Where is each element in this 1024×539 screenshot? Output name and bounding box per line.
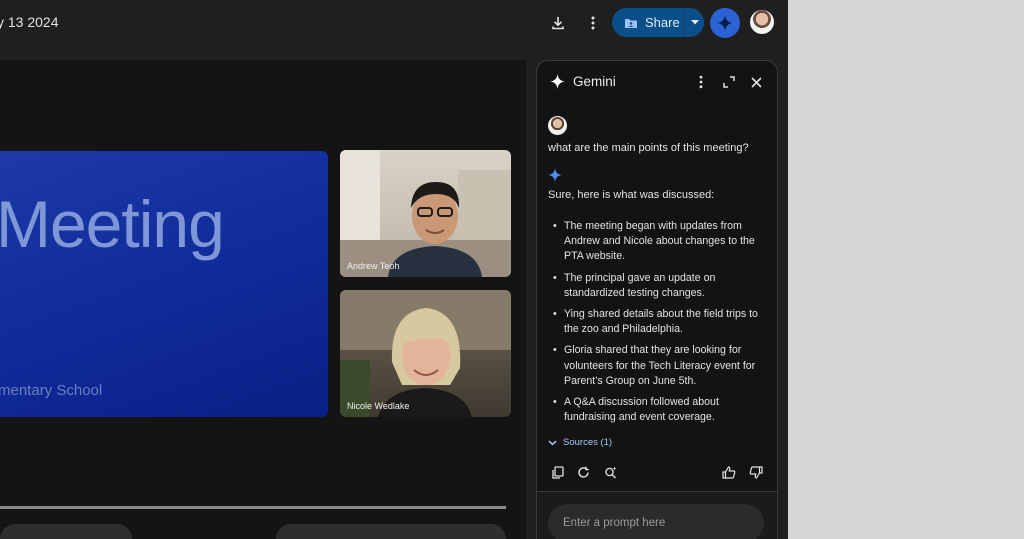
summary-points: The meeting began with updates from Andr…	[551, 219, 769, 431]
response-actions	[548, 463, 766, 483]
search-sparkle-icon	[604, 466, 616, 478]
sources-toggle[interactable]: Sources (1)	[548, 437, 612, 448]
share-label: Share	[645, 15, 680, 30]
participant-name: Nicole Wedlake	[347, 401, 410, 411]
participant-video	[340, 150, 511, 277]
file-date: y 13 2024	[0, 14, 59, 30]
thumbs-down-icon	[749, 465, 763, 479]
prompt-placeholder: Enter a prompt here	[563, 517, 666, 529]
summary-point: The meeting began with updates from Andr…	[551, 219, 769, 265]
participant-tile: Nicole Wedlake	[340, 290, 511, 417]
slide-subtitle: mentary School	[0, 382, 103, 399]
user-avatar	[548, 116, 567, 135]
thumbs-up-icon	[722, 465, 736, 479]
share-options-button[interactable]	[685, 8, 704, 37]
answer-intro: Sure, here is what was discussed:	[548, 189, 715, 201]
close-icon	[750, 76, 762, 88]
gemini-panel: Gemini what are the main points of this …	[536, 60, 778, 539]
more-options-button[interactable]	[579, 9, 607, 37]
prompt-area: Enter a prompt here	[537, 491, 777, 539]
participant-video	[340, 290, 511, 417]
slide-title: Meeting	[0, 187, 225, 261]
top-bar: y 13 2024 Share	[0, 0, 788, 46]
summary-point: A Q&A discussion followed about fundrais…	[551, 395, 769, 425]
double-check-button[interactable]	[601, 463, 619, 481]
background-area	[788, 0, 1024, 539]
more-vert-icon	[591, 16, 595, 30]
download-icon	[552, 17, 564, 30]
gemini-sparkle-icon	[717, 15, 733, 31]
refresh-icon	[577, 466, 589, 478]
summary-point: Ying shared details about the field trip…	[551, 307, 769, 337]
caret-down-icon	[690, 20, 699, 25]
share-button[interactable]: Share	[612, 8, 684, 37]
user-question: what are the main points of this meeting…	[548, 142, 749, 154]
panel-more-button[interactable]	[687, 68, 715, 96]
chevron-down-icon	[548, 439, 557, 446]
panel-title: Gemini	[573, 74, 616, 89]
expand-button[interactable]	[715, 68, 743, 96]
gemini-response-icon	[548, 168, 562, 182]
share-button-group: Share	[612, 8, 704, 37]
participant-name: Andrew Teoh	[347, 261, 400, 271]
regenerate-button[interactable]	[574, 463, 592, 481]
thumbs-up-button[interactable]	[720, 463, 738, 481]
gemini-button[interactable]	[710, 8, 740, 38]
gemini-sparkle-icon	[550, 74, 565, 89]
download-button[interactable]	[544, 9, 572, 37]
summary-point: Gloria shared that they are looking for …	[551, 343, 769, 389]
expand-icon	[723, 76, 735, 88]
participant-tile: Andrew Teoh	[340, 150, 511, 277]
thumbs-down-button[interactable]	[747, 463, 765, 481]
more-vert-icon	[699, 75, 703, 89]
sources-label: Sources (1)	[563, 437, 613, 448]
account-avatar[interactable]	[750, 10, 774, 34]
shared-folder-icon	[625, 18, 637, 28]
copy-button[interactable]	[548, 463, 566, 481]
bottom-control-left[interactable]	[0, 524, 132, 539]
drive-video-viewer: y 13 2024 Share Meeting mentary School A…	[0, 0, 788, 539]
copy-icon	[551, 465, 564, 479]
close-button[interactable]	[742, 68, 770, 96]
summary-point: The principal gave an update on standard…	[551, 271, 769, 301]
video-progress-bar[interactable]	[0, 506, 506, 509]
bottom-control-right[interactable]	[276, 524, 506, 539]
prompt-input[interactable]: Enter a prompt here	[548, 504, 764, 539]
